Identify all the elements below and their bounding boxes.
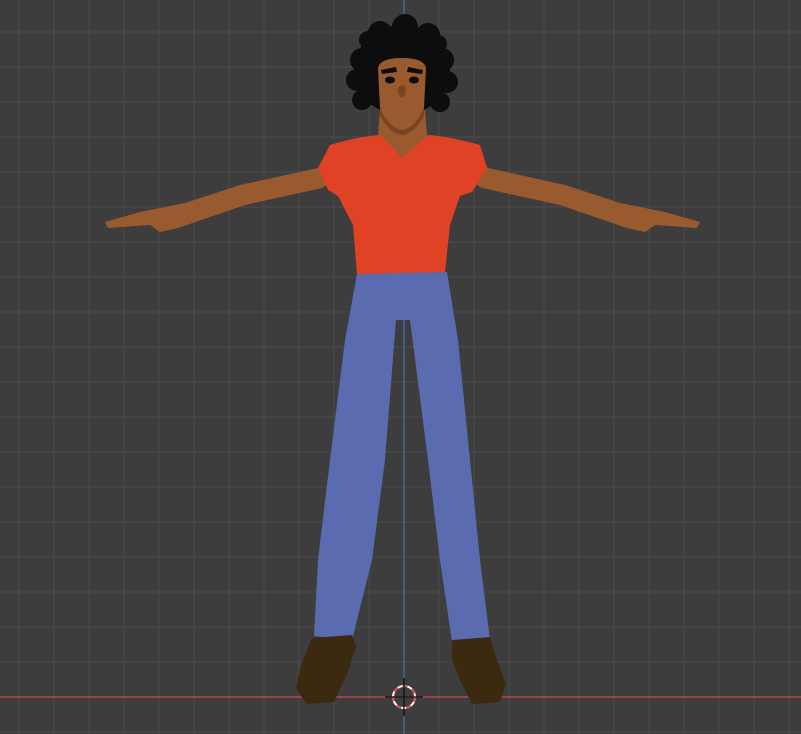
right-eye <box>409 76 419 84</box>
viewport-canvas[interactable] <box>0 0 801 734</box>
nose <box>398 85 406 97</box>
left-eye <box>385 76 395 84</box>
3d-viewport[interactable] <box>0 0 801 734</box>
